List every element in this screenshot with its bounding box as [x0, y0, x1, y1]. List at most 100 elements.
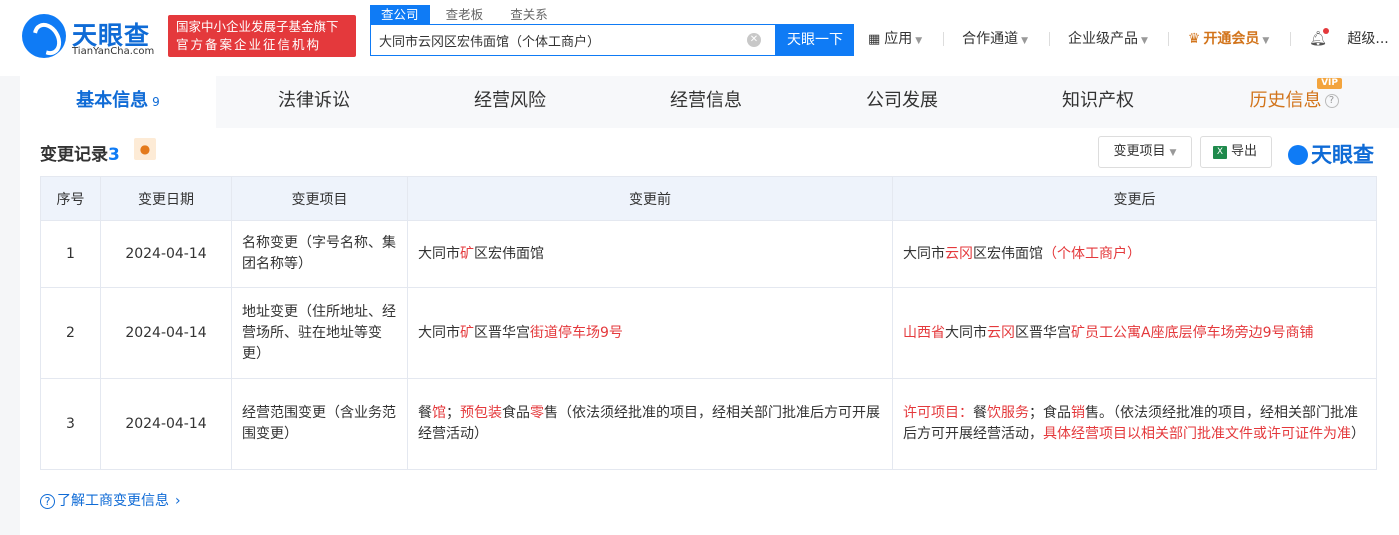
tab-ip[interactable]: 知识产权 — [1000, 76, 1196, 128]
export-button[interactable]: X 导出 — [1200, 136, 1272, 168]
change-item-filter[interactable]: 变更项目 ▼ — [1098, 136, 1192, 168]
before-text-segment: 馆 — [432, 405, 446, 421]
tab-operation[interactable]: 经营信息 — [608, 76, 804, 128]
tab-basic-count: 9 — [152, 95, 160, 109]
after-text-segment: 矿员工公寓A座底层停车场旁边9号商铺 — [1071, 324, 1314, 341]
cell-item: 经营范围变更（含业务范围变更） — [231, 378, 408, 470]
after-text-segment: 山西省 — [903, 324, 945, 341]
before-text-segment: 餐 — [418, 405, 432, 421]
cell-before: 大同市矿区晋华宫街道停车场9号 — [407, 287, 893, 379]
tab-basic-info[interactable]: 基本信息 9 — [20, 76, 216, 128]
search-button[interactable]: 天眼一下 — [776, 24, 854, 56]
nav-channel-label: 合作通道 — [962, 31, 1019, 47]
after-text-segment: 饮服务 — [987, 405, 1029, 421]
col-header-date: 变更日期 — [100, 176, 232, 221]
before-text-segment: 矿 — [460, 324, 474, 341]
cell-no: 2 — [40, 287, 101, 379]
crown-icon: ♛ — [1187, 31, 1201, 47]
after-text-segment: （个体工商户） — [1043, 245, 1141, 262]
search-tab-company[interactable]: 查公司 — [370, 5, 430, 25]
col-header-before: 变更前 — [407, 176, 893, 221]
section-title-text: 变更记录 — [40, 145, 108, 165]
after-text-segment: ） — [1351, 426, 1365, 442]
nav-apps[interactable]: ▦ 应用 ▼ — [868, 28, 922, 48]
nav-user[interactable]: 超级...︿ — [1347, 28, 1399, 48]
table-row: 3 2024-04-14 经营范围变更（含业务范围变更） 餐馆；预包装食品零售（依法须… — [40, 378, 1377, 470]
search-type-tabs: 查公司 查老板 查关系 — [370, 4, 559, 25]
tab-basic-label: 基本信息 — [76, 90, 149, 111]
learn-change-info-link[interactable]: ? 了解工商变更信息 › — [40, 490, 181, 510]
official-badge[interactable]: 国家中小企业发展子基金旗下 官方备案企业征信机构 — [168, 15, 356, 57]
cell-no: 1 — [40, 220, 101, 288]
cell-date: 2024-04-14 — [100, 220, 232, 288]
cell-before: 餐馆；预包装食品零售（依法须经批准的项目，经相关部门批准后方可开展经营活动） — [407, 378, 893, 470]
logo-eye-icon — [22, 14, 66, 58]
notification-dot — [1322, 28, 1329, 34]
table-header-row: 序号 变更日期 变更项目 变更前 变更后 — [40, 176, 1377, 221]
search-tab-relation[interactable]: 查关系 — [499, 5, 559, 25]
before-text-segment: 街道停车场9号 — [530, 324, 623, 341]
search-box: ✕ — [370, 24, 776, 56]
tab-risk[interactable]: 经营风险 — [412, 76, 608, 128]
tab-development[interactable]: 公司发展 — [804, 76, 1000, 128]
after-text-segment: 销 — [1071, 405, 1085, 421]
chevron-down-icon: ▼ — [1021, 36, 1029, 46]
after-text-segment: 具体经营项目以相关部门批准文件或许可证件为准 — [1043, 426, 1351, 442]
top-header: 天眼查 TianYanCha.com 国家中小企业发展子基金旗下 官方备案企业征… — [0, 0, 1399, 76]
tab-history-label: 历史信息 — [1249, 90, 1322, 111]
change-records-table: 序号 变更日期 变更项目 变更前 变更后 1 2024-04-14 名称变更（字号名… — [40, 176, 1377, 470]
chevron-down-icon: ▼ — [1262, 36, 1270, 46]
nav-vip[interactable]: ♛ 开通会员 ▼ — [1188, 28, 1269, 48]
cell-before: 大同市矿区宏伟面馆 — [407, 220, 893, 288]
chevron-down-icon: ▼ — [915, 36, 923, 46]
brand-watermark: 天眼查 — [1288, 139, 1374, 169]
search-tab-boss[interactable]: 查老板 — [435, 5, 495, 25]
cell-item: 地址变更（住所地址、经营场所、驻在地址等变更） — [231, 287, 408, 379]
logo-domain: TianYanCha.com — [72, 46, 155, 57]
clear-icon[interactable]: ✕ — [747, 33, 761, 47]
table-row: 1 2024-04-14 名称变更（字号名称、集团名称等） 大同市矿区宏伟面馆 大同市云… — [40, 220, 1377, 288]
brand-text: 天眼查 — [1311, 143, 1374, 167]
before-text-segment: 预包装 — [460, 405, 502, 421]
table-row: 2 2024-04-14 地址变更（住所地址、经营场所、驻在地址等变更） 大同市矿区晋… — [40, 287, 1377, 379]
chevron-right-icon: › — [175, 493, 181, 509]
before-text-segment: 大同市 — [418, 324, 460, 341]
tab-history[interactable]: 历史信息? VIP — [1196, 76, 1392, 128]
notification-bell[interactable]: 🔔︎ — [1309, 28, 1329, 47]
cell-date: 2024-04-14 — [100, 287, 232, 379]
cell-after: 大同市云冈区宏伟面馆（个体工商户） — [892, 220, 1377, 288]
before-text-segment: 区宏伟面馆 — [474, 245, 544, 262]
before-text-segment: 矿 — [460, 245, 474, 262]
cell-date: 2024-04-14 — [100, 378, 232, 470]
filter-label: 变更项目 — [1113, 144, 1166, 159]
after-text-segment: 餐 — [973, 405, 987, 421]
badge-line-1: 国家中小企业发展子基金旗下 — [176, 19, 339, 34]
col-header-no: 序号 — [40, 176, 101, 221]
nav-vip-label: 开通会员 — [1203, 31, 1260, 47]
apps-grid-icon: ▦ — [868, 32, 881, 47]
tab-legal[interactable]: 法律诉讼 — [216, 76, 412, 128]
top-nav: ▦应用▼ 合作通道▼ 企业级产品▼ ♛开通会员▼ 🔔︎ 超级...︿ — [868, 28, 1399, 52]
cell-item: 名称变更（字号名称、集团名称等） — [231, 220, 408, 288]
section-count: 3 — [108, 145, 120, 165]
site-logo[interactable]: 天眼查 TianYanCha.com — [22, 14, 162, 60]
cell-after: 许可项目：餐饮服务；食品销售。（依法须经批准的项目，经相关部门批准后方可开展经营… — [892, 378, 1377, 470]
nav-divider — [1048, 32, 1050, 46]
col-header-after: 变更后 — [892, 176, 1377, 221]
section-title: 变更记录3 — [40, 140, 120, 165]
export-label: 导出 — [1231, 144, 1258, 159]
nav-channel[interactable]: 合作通道 ▼ — [962, 28, 1028, 48]
monitor-bell-icon[interactable]: ● — [134, 138, 156, 160]
after-text-segment: 许可项目： — [903, 405, 973, 421]
brand-eye-icon — [1288, 145, 1308, 165]
nav-apps-label: 应用 — [884, 31, 913, 47]
badge-line-2: 官方备案企业征信机构 — [176, 37, 322, 52]
search-input[interactable] — [371, 25, 741, 55]
vip-badge: VIP — [1317, 78, 1342, 89]
before-text-segment: ； — [446, 405, 460, 421]
after-text-segment: 区宏伟面馆 — [973, 245, 1043, 262]
question-icon: ? — [40, 494, 55, 509]
help-icon[interactable]: ? — [1324, 94, 1339, 108]
after-text-segment: 云冈 — [987, 324, 1015, 341]
nav-enterprise[interactable]: 企业级产品 ▼ — [1068, 28, 1148, 48]
